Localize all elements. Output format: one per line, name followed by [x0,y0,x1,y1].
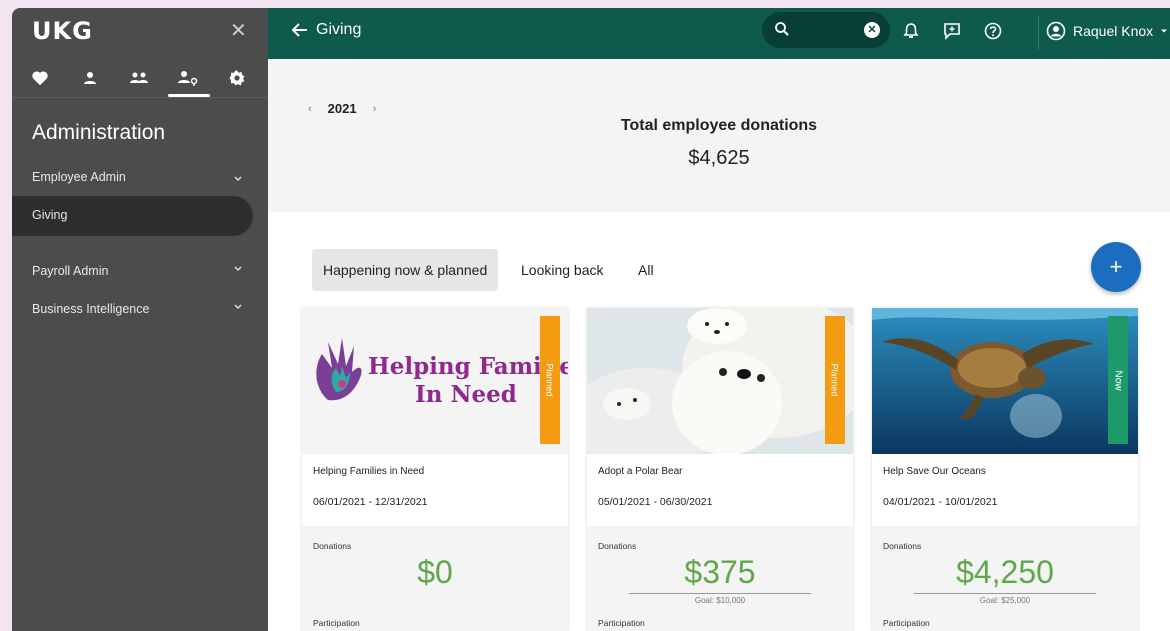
donations-label: Donations [598,541,637,551]
sidebar-item-employee-admin[interactable]: Employee Admin [12,158,268,198]
helping-families-logo: Helping Familie In Need [316,338,568,408]
sidebar-item-label: Payroll Admin [32,264,109,278]
campaign-card-oceans[interactable]: Now Help Save Our Oceans 04/01/2021 - 10… [872,308,1138,631]
summary-panel: ‹ 2021 › Total employee donations $4,625 [268,59,1170,212]
goal-progress-line [629,593,811,594]
chevron-down-icon [234,304,242,310]
top-header: Giving ✕ Raquel Knox [268,8,1170,59]
campaign-card-polar-bear[interactable]: Planned Adopt a Polar Bear 05/01/2021 - … [587,308,853,631]
donation-amount: $375 [684,554,756,590]
gear-icon[interactable] [225,66,249,90]
sidebar-item-payroll-admin[interactable]: Payroll Admin [12,252,268,292]
arrow-left-icon [292,23,307,37]
clear-search-icon[interactable]: ✕ [864,22,880,38]
person-icon[interactable] [78,66,102,90]
card-title: Adopt a Polar Bear [598,466,683,477]
card-title: Helping Families in Need [313,466,425,477]
total-donations-value: $4,625 [688,147,750,169]
tab-looking-back[interactable]: Looking back [510,249,615,291]
sidebar-item-giving[interactable]: Giving [12,196,253,236]
sidebar-item-label: Business Intelligence [32,302,150,316]
total-donations-label: Total employee donations [620,117,818,134]
card-image [587,308,853,454]
chevron-down-icon [234,176,242,182]
status-badge: Planned [825,316,845,444]
status-badge: Now [1108,316,1128,444]
card-stats: Donations $0 Participation [302,526,568,631]
bell-icon[interactable] [900,20,922,42]
goal-text: Goal: $25,000 [979,596,1031,605]
chevron-left-icon[interactable]: ‹ [308,103,312,115]
status-badge: Planned [540,316,560,444]
goal-progress-line [914,593,1096,594]
header-divider [1038,16,1039,50]
card-image [872,308,1138,454]
participation-label: Participation [883,618,930,628]
donations-label: Donations [883,541,922,551]
help-icon[interactable] [982,20,1004,42]
sidebar: UKG ✕ Administration Employee Admin Givi… [12,8,268,631]
campaign-card-helping-families[interactable]: Helping Familie In Need Planned Helping … [302,308,568,631]
card-stats: Donations $375 Goal: $10,000 Participati… [587,526,853,631]
donation-amount: $4,250 [956,554,1054,590]
logo-text-line-1: Helping Familie [368,353,568,380]
caret-down-icon [1161,29,1168,33]
year-value: 2021 [327,101,357,116]
chevron-down-icon [234,266,242,272]
close-icon[interactable]: ✕ [230,18,247,43]
card-image: Helping Familie In Need [302,308,568,454]
participation-label: Participation [313,618,360,628]
card-dates: 05/01/2021 - 06/30/2021 [598,496,713,508]
card-title: Help Save Our Oceans [883,466,986,477]
page-title: Giving [316,21,362,38]
sidebar-icon-row [12,60,268,98]
year-selector: ‹ 2021 › [308,101,376,116]
heart-icon[interactable] [28,66,52,90]
avatar-icon [1046,21,1066,41]
search-icon [775,22,789,36]
message-icon[interactable] [941,20,963,42]
chevron-right-icon[interactable]: › [373,103,377,115]
admin-person-key-icon[interactable] [176,66,200,90]
ukg-logo: UKG [32,17,93,45]
sidebar-item-business-intelligence[interactable]: Business Intelligence [12,290,268,330]
goal-text: Goal: $10,000 [694,596,746,605]
search-input[interactable]: ✕ [762,12,890,48]
sea-turtle-image [872,308,1138,454]
sidebar-title: Administration [32,121,166,144]
active-tab-indicator [168,94,210,97]
sidebar-item-label: Giving [32,208,68,222]
user-menu[interactable]: Raquel Knox [1046,21,1168,41]
card-stats: Donations $4,250 Goal: $25,000 Participa… [872,526,1138,631]
campaigns-area: Happening now & planned Looking back All… [268,212,1170,631]
polar-bear-image [587,308,853,454]
team-icon[interactable] [127,66,151,90]
add-campaign-button[interactable]: + [1091,242,1141,292]
sidebar-item-label: Employee Admin [32,170,126,184]
back-button[interactable]: Giving [292,21,361,39]
card-dates: 04/01/2021 - 10/01/2021 [883,496,998,508]
participation-label: Participation [598,618,645,628]
logo-text-line-2: In Need [415,381,517,408]
donation-amount: $0 [417,554,453,590]
user-name: Raquel Knox [1073,23,1154,39]
tab-all[interactable]: All [627,249,665,291]
tab-happening-now[interactable]: Happening now & planned [312,249,499,291]
donations-label: Donations [313,541,352,551]
app-window: UKG ✕ Administration Employee Admin Givi… [12,8,1170,631]
card-dates: 06/01/2021 - 12/31/2021 [313,496,428,508]
